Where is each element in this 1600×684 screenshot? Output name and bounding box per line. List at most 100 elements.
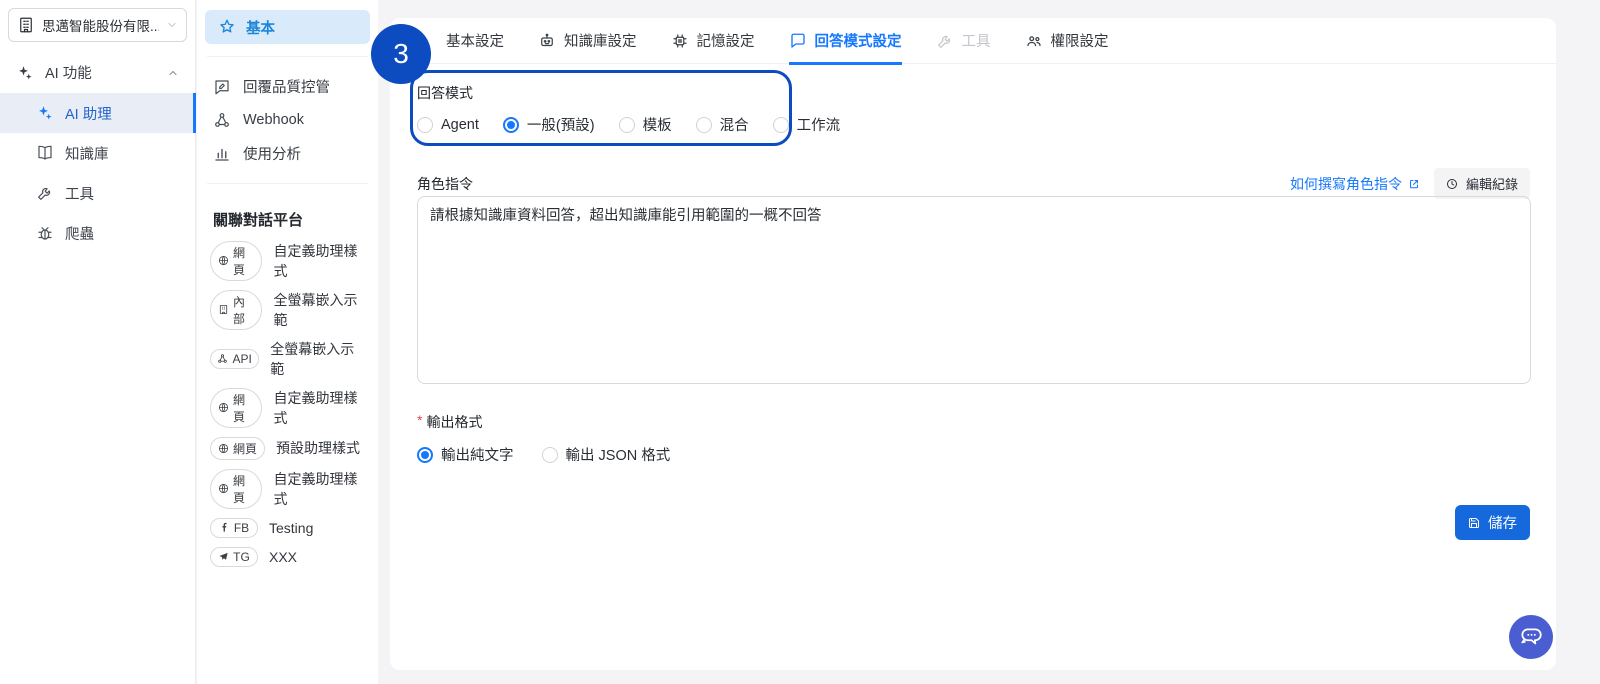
platform-label: 自定義助理樣式 [273,469,365,509]
radio-dot [503,117,519,133]
help-link[interactable]: 如何撰寫角色指令 [1290,174,1420,194]
tab-tools[interactable]: 工具 [936,18,991,64]
bug-icon [36,224,54,242]
tab-answer-mode-settings[interactable]: 回答模式設定 [789,18,902,64]
sidebar-group-ai-features[interactable]: AI 功能 [0,52,195,93]
sparkles-icon [16,64,34,82]
chevron-down-icon [166,19,178,31]
menu-item-basic[interactable]: 基本 [205,10,370,44]
secondary-sidebar: 基本 回覆品質控管 Webhook 使用分析 關聯對話平台 網頁 自定義助理樣式… [197,0,378,684]
wrench-icon [36,184,54,202]
sidebar-item-label: 知識庫 [65,143,109,164]
sidebar-item-label: 爬蟲 [65,223,94,244]
platform-item[interactable]: 內部 全螢幕嵌入示範 [197,285,378,334]
role-instruction-header: 角色指令 如何撰寫角色指令 編輯紀錄 [417,168,1530,199]
sidebar-item-knowledge-base[interactable]: 知識庫 [0,133,195,173]
bar-chart-icon [213,145,231,163]
platform-label: 全螢幕嵌入示範 [270,339,365,379]
role-instruction-label: 角色指令 [417,174,473,194]
tab-basic-settings[interactable]: 基本設定 [446,18,504,64]
divider [207,183,368,184]
platform-item[interactable]: API 全螢幕嵌入示範 [197,334,378,383]
tab-memory-settings[interactable]: 記憶設定 [671,18,755,64]
menu-item-usage-analytics[interactable]: 使用分析 [197,136,378,171]
clock-icon [1446,178,1458,190]
platform-item[interactable]: 網頁 自定義助理樣式 [197,383,378,432]
edit-history-button[interactable]: 編輯紀錄 [1434,168,1530,199]
facebook-icon [219,522,230,533]
building-icon [17,16,35,34]
platform-item[interactable]: 網頁 自定義助理樣式 [197,464,378,513]
sidebar-item-tools[interactable]: 工具 [0,173,195,213]
external-link-icon [1408,178,1420,190]
radio-plain-text[interactable]: 輸出純文字 [417,444,514,465]
chevron-up-icon [167,67,179,79]
platform-item[interactable]: 網頁 自定義助理樣式 [197,236,378,285]
radio-json-format[interactable]: 輸出 JSON 格式 [542,444,671,465]
sidebar-item-ai-assistant[interactable]: AI 助理 [0,93,195,133]
radio-dot [619,117,635,133]
chat-bubble-icon [789,32,807,50]
globe-icon [218,443,229,454]
platform-label: 自定義助理樣式 [273,241,365,281]
wrench-icon [936,32,954,50]
sidebar-item-label: 工具 [65,183,94,204]
save-icon [1468,517,1480,529]
platform-badge: 網頁 [210,469,262,509]
webhook-icon [213,111,231,129]
menu-item-label: 使用分析 [243,143,301,164]
menu-item-label: 基本 [246,17,275,38]
platform-label: 預設助理樣式 [276,438,360,458]
answer-mode-label: 回答模式 [417,83,473,103]
robot-icon [538,32,556,50]
tab-knowledge-settings[interactable]: 知識庫設定 [538,18,637,64]
platform-badge: TG [210,547,258,567]
role-instruction-textarea[interactable]: 請根據知識庫資料回答，超出知識庫能引用範圍的一概不回答 [417,196,1531,384]
app-screen: 思邁智能股份有限... AI 功能 AI 助理 知識庫 工具 爬蟲 基本 [0,0,1600,684]
platform-badge: 網頁 [210,241,262,281]
globe-icon [218,402,229,413]
menu-item-webhook[interactable]: Webhook [197,104,378,136]
chip-icon [671,32,689,50]
chat-edit-icon [213,78,231,96]
chat-widget-button[interactable] [1509,615,1553,659]
platform-badge: API [210,349,259,369]
menu-item-label: 回覆品質控管 [243,76,330,97]
tab-label: 回答模式設定 [815,30,902,51]
platform-item[interactable]: TG XXX [197,542,378,571]
platform-label: XXX [269,549,297,565]
save-button[interactable]: 儲存 [1455,505,1530,540]
radio-workflow[interactable]: 工作流 [773,114,841,135]
platform-item[interactable]: 網頁 預設助理樣式 [197,432,378,464]
menu-item-label: Webhook [243,112,304,128]
tab-label: 記憶設定 [697,30,755,51]
radio-hybrid[interactable]: 混合 [696,114,749,135]
org-name: 思邁智能股份有限... [42,15,159,35]
platform-label: 全螢幕嵌入示範 [273,290,365,330]
settings-panel: 基本設定 知識庫設定 記憶設定 回答模式設定 工具 權限設定 [390,18,1556,670]
answer-mode-radio-group: Agent 一般(預設) 模板 混合 工作流 [417,114,840,135]
section-title-platforms: 關聯對話平台 [197,196,378,236]
platform-item[interactable]: FB Testing [197,513,378,542]
platform-badge: 內部 [210,290,262,330]
sidebar-item-label: AI 助理 [65,103,112,124]
users-icon [1025,32,1043,50]
sparkles-icon [36,104,54,122]
sidebar-item-crawler[interactable]: 爬蟲 [0,213,195,253]
radio-dot [696,117,712,133]
chat-messages-icon [1518,624,1544,650]
tab-permission-settings[interactable]: 權限設定 [1025,18,1109,64]
radio-general-default[interactable]: 一般(預設) [503,114,595,135]
required-mark: * [417,412,422,432]
platform-badge: 網頁 [210,388,262,428]
menu-item-reply-quality[interactable]: 回覆品質控管 [197,69,378,104]
org-selector[interactable]: 思邁智能股份有限... [8,8,187,42]
api-icon [217,353,228,364]
tab-label: 工具 [962,30,991,51]
radio-dot [417,117,433,133]
platform-badge: 網頁 [210,437,265,460]
radio-template[interactable]: 模板 [619,114,672,135]
telegram-icon [218,551,229,562]
settings-tabbar: 基本設定 知識庫設定 記憶設定 回答模式設定 工具 權限設定 [390,18,1556,64]
radio-agent[interactable]: Agent [417,114,479,135]
